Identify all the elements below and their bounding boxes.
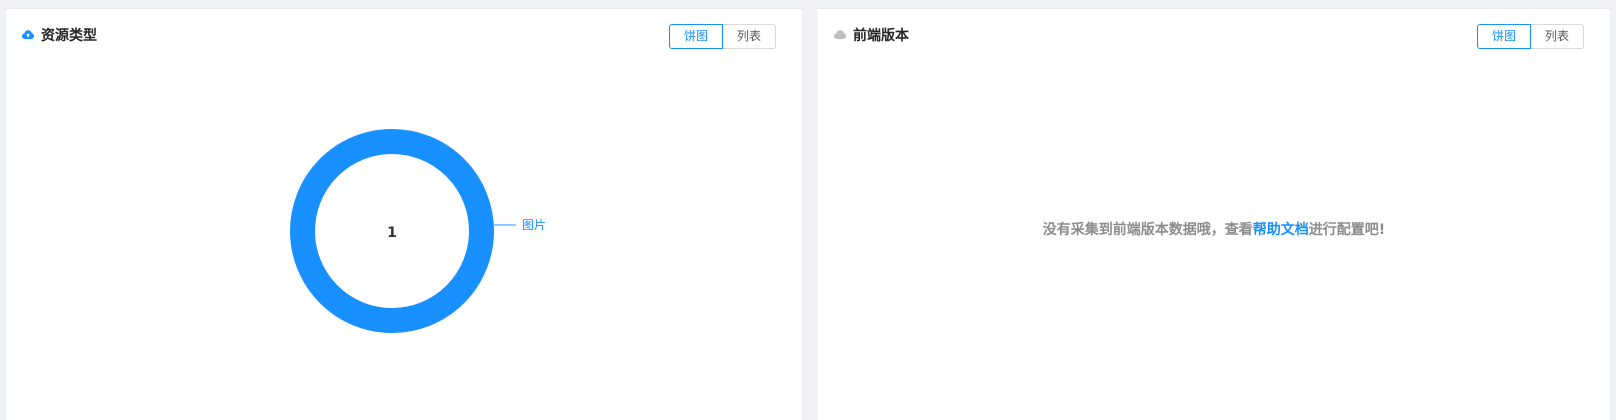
panel-title: 资源类型 <box>22 25 97 45</box>
donut-chart-svg: 1 图片 <box>290 129 546 333</box>
view-toggle: 饼图 列表 <box>1476 24 1584 49</box>
list-view-button[interactable]: 列表 <box>1530 24 1584 49</box>
panel-header: 前端版本 饼图 列表 <box>818 9 1610 65</box>
empty-state-message: 没有采集到前端版本数据哦，查看帮助文档进行配置吧! <box>818 219 1610 239</box>
cloud-icon <box>834 30 846 39</box>
donut-chart: 1 图片 <box>6 65 802 420</box>
slice-label: 图片 <box>522 218 546 232</box>
pie-view-button[interactable]: 饼图 <box>668 24 723 49</box>
panel-header: 资源类型 饼图 列表 <box>6 9 802 65</box>
list-view-button[interactable]: 列表 <box>722 24 776 49</box>
panel-title-text: 前端版本 <box>853 28 909 44</box>
empty-message-suffix: 进行配置吧! <box>1308 222 1386 238</box>
panel-title: 前端版本 <box>834 25 909 45</box>
view-toggle: 饼图 列表 <box>668 24 776 49</box>
frontend-version-panel: 前端版本 饼图 列表 没有采集到前端版本数据哦，查看帮助文档进行配置吧! <box>818 8 1610 420</box>
cloud-upload-icon <box>22 30 34 39</box>
empty-message-text: 没有采集到前端版本数据哦，查看 <box>1042 222 1253 238</box>
panel-title-text: 资源类型 <box>41 28 97 44</box>
resource-type-panel: 资源类型 饼图 列表 1 图片 <box>6 8 802 420</box>
help-docs-link[interactable]: 帮助文档 <box>1253 222 1309 238</box>
pie-view-button[interactable]: 饼图 <box>1476 24 1531 49</box>
center-value-label: 1 <box>387 225 397 241</box>
